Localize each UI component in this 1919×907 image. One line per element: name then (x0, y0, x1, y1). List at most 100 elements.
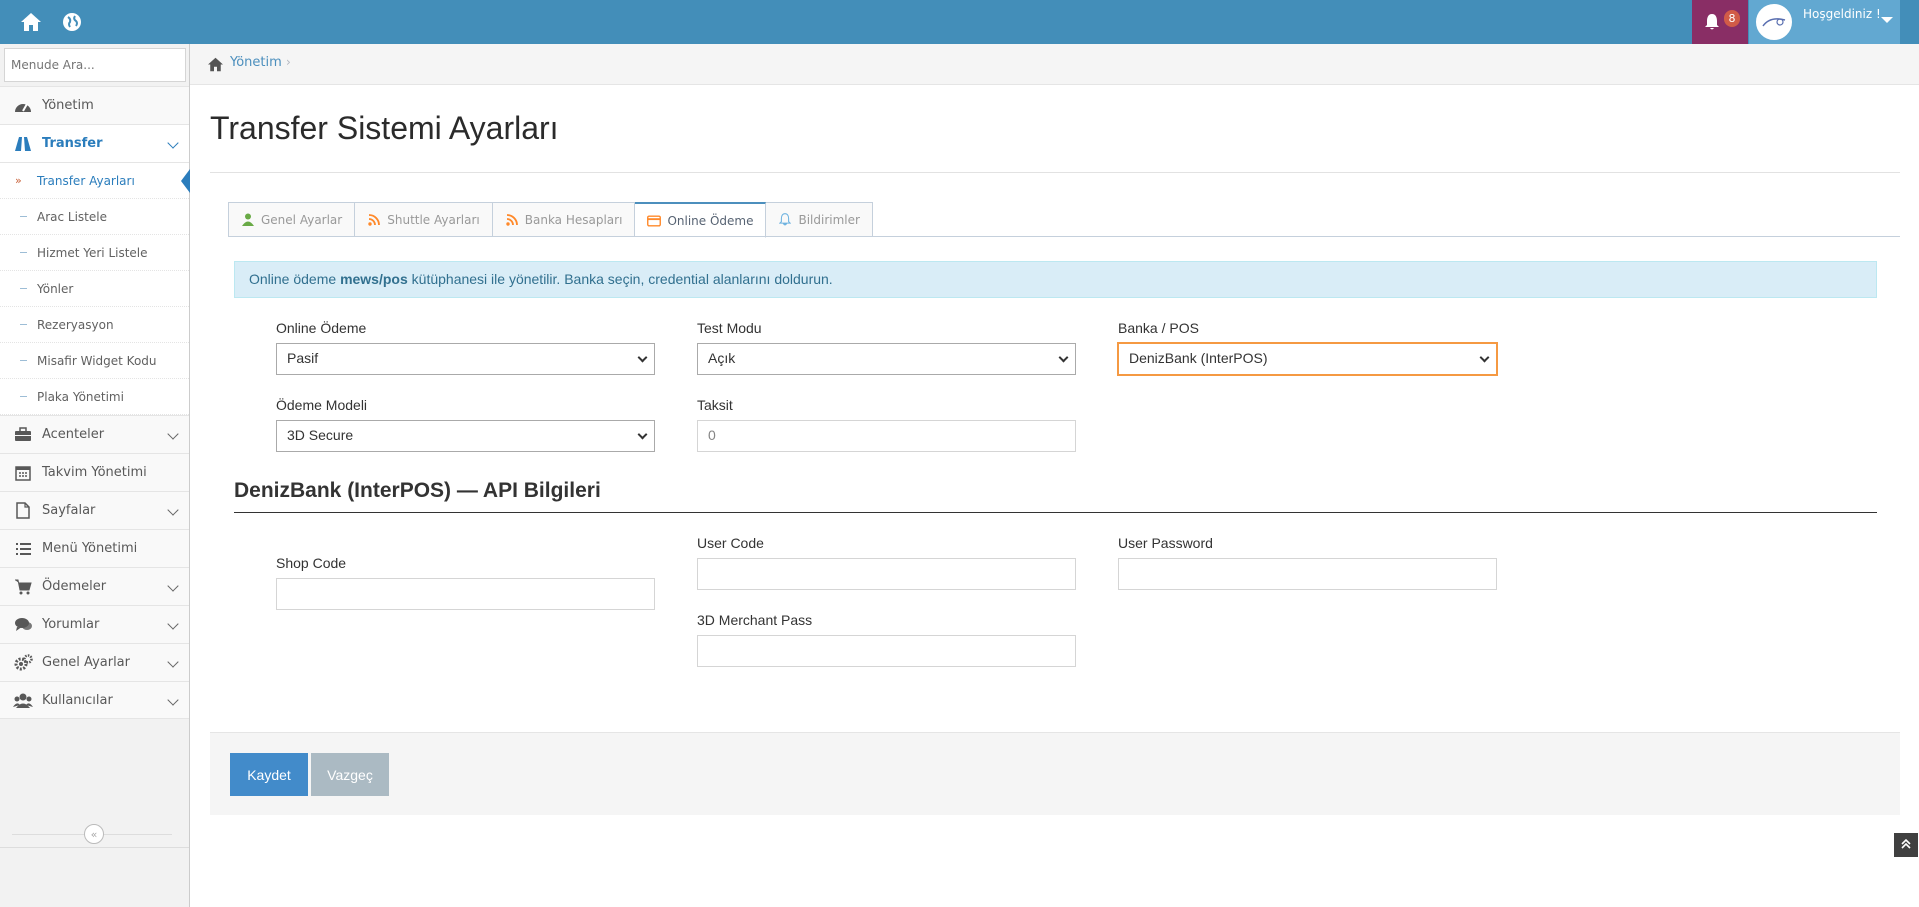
bell-icon (1702, 12, 1722, 32)
sidebar-item-kullanicilar[interactable]: Kullanıcılar (0, 681, 189, 719)
sidebar-item-label: Yönetim (42, 98, 94, 113)
test-mode-select[interactable]: Açık (697, 343, 1076, 375)
submenu-item-hizmet-yeri-listele[interactable]: Hizmet Yeri Listele (0, 235, 189, 271)
briefcase-icon (12, 426, 34, 444)
sidebar-item-label: Ödemeler (42, 579, 107, 594)
select-value: Açık (708, 350, 736, 366)
payment-model-label: Ödeme Modeli (276, 397, 368, 413)
double-angle-up-icon (1901, 838, 1911, 852)
submenu-item-label: Arac Listele (37, 209, 107, 224)
menu-search-input[interactable] (4, 48, 186, 82)
tree-line (20, 216, 27, 217)
tab-label: Online Ödeme (667, 213, 754, 228)
user-code-label: User Code (697, 535, 764, 551)
home-icon[interactable] (206, 55, 224, 73)
tabs-border (228, 236, 1900, 237)
alert-library-name: mews/pos (340, 271, 408, 287)
welcome-text: Hoşgeldiniz ! (1803, 7, 1881, 21)
submenu-item-label: Plaka Yönetimi (37, 389, 124, 404)
online-payment-select[interactable]: Pasif (276, 343, 655, 375)
cart-icon (12, 578, 34, 596)
avatar (1756, 4, 1792, 40)
tree-line (20, 252, 27, 253)
sidebar-item-label: Takvim Yönetimi (42, 465, 147, 480)
payment-model-select[interactable]: 3D Secure (276, 420, 655, 452)
breadcrumb-separator: › (286, 55, 291, 69)
installment-input[interactable]: 0 (697, 420, 1076, 452)
divider (0, 847, 189, 848)
sidebar-item-sayfalar[interactable]: Sayfalar (0, 491, 189, 529)
tree-line (20, 324, 27, 325)
tree-line (20, 288, 27, 289)
tab-genel-ayarlar[interactable]: Genel Ayarlar (228, 202, 356, 237)
cogs-icon (12, 654, 34, 672)
shop-code-input[interactable] (276, 578, 655, 610)
merchant-pass-input[interactable] (697, 635, 1076, 667)
scroll-to-top-button[interactable] (1894, 833, 1918, 857)
tab-label: Shuttle Ayarları (387, 212, 480, 227)
sidebar-menu: Yönetim Transfer » Transfer Ayarları Ara… (0, 86, 190, 719)
sidebar-item-odemeler[interactable]: Ödemeler (0, 567, 189, 605)
chevron-down-icon (167, 580, 179, 592)
tab-bildirimler[interactable]: Bildirimler (766, 202, 873, 237)
sidebar-item-yonetim[interactable]: Yönetim (0, 86, 189, 124)
submenu-item-arac-listele[interactable]: Arac Listele (0, 199, 189, 235)
collapse-sidebar-icon[interactable]: « (84, 824, 104, 844)
sidebar-item-genel-ayarlar[interactable]: Genel Ayarlar (0, 643, 189, 681)
merchant-pass-label: 3D Merchant Pass (697, 612, 813, 628)
chevron-down-icon (1479, 352, 1490, 363)
chevron-down-icon (167, 137, 179, 149)
user-code-input[interactable] (697, 558, 1076, 590)
cancel-button[interactable]: Vazgeç (311, 753, 389, 796)
calendar-icon (12, 464, 34, 482)
alert-text-prefix: Online ödeme (249, 271, 341, 287)
notifications-button[interactable]: 8 (1692, 0, 1748, 44)
sidebar-item-yorumlar[interactable]: Yorumlar (0, 605, 189, 643)
rss-icon (367, 213, 381, 227)
chevron-down-icon (167, 618, 179, 630)
bell-icon (778, 213, 792, 227)
submenu-item-yonler[interactable]: Yönler (0, 271, 189, 307)
sidebar-item-label: Menü Yönetimi (42, 541, 138, 556)
submenu-item-plaka-yonetimi[interactable]: Plaka Yönetimi (0, 379, 189, 415)
user-password-input[interactable] (1118, 558, 1497, 590)
dashboard-icon (12, 97, 34, 115)
submenu-item-rezeryasyon[interactable]: Rezeryasyon (0, 307, 189, 343)
sidebar: Yönetim Transfer » Transfer Ayarları Ara… (0, 44, 190, 907)
top-navbar: 8 Hoşgeldiniz ! (0, 0, 1919, 44)
sidebar-item-takvim-yonetimi[interactable]: Takvim Yönetimi (0, 453, 189, 491)
list-icon (12, 540, 34, 558)
save-button[interactable]: Kaydet (230, 753, 308, 796)
tab-shuttle-ayarlari[interactable]: Shuttle Ayarları (355, 202, 493, 237)
tree-line (20, 396, 27, 397)
page-title: Transfer Sistemi Ayarları (210, 110, 559, 146)
road-icon (12, 135, 34, 153)
sidebar-item-label: Sayfalar (42, 503, 96, 518)
sidebar-item-transfer[interactable]: Transfer (0, 124, 189, 162)
online-payment-label: Online Ödeme (276, 320, 367, 336)
submenu-item-misafir-widget-kodu[interactable]: Misafir Widget Kodu (0, 343, 189, 379)
divider (234, 512, 1877, 513)
chevron-down-icon (637, 352, 648, 363)
sidebar-item-acenteler[interactable]: Acenteler (0, 415, 189, 453)
users-icon (12, 691, 34, 709)
home-icon[interactable] (20, 11, 42, 33)
select-value: 3D Secure (287, 427, 354, 443)
globe-icon[interactable] (61, 11, 83, 33)
shop-code-label: Shop Code (276, 555, 347, 571)
sidebar-item-label: Transfer (42, 136, 103, 151)
info-alert: Online ödeme mews/pos kütüphanesi ile yö… (234, 261, 1877, 298)
tab-online-odeme[interactable]: Online Ödeme (635, 202, 767, 238)
sidebar-collapse: « (0, 824, 189, 844)
select-value: Pasif (287, 350, 319, 366)
bank-pos-select[interactable]: DenizBank (InterPOS) (1118, 343, 1497, 375)
double-angle-right-icon: » (15, 174, 22, 187)
user-menu[interactable]: Hoşgeldiniz ! (1749, 0, 1900, 44)
breadcrumb-link-yonetim[interactable]: Yönetim (230, 55, 282, 70)
submenu-item-label: Yönler (37, 281, 74, 296)
sidebar-item-menu-yonetimi[interactable]: Menü Yönetimi (0, 529, 189, 567)
chevron-down-icon (167, 504, 179, 516)
tab-banka-hesaplari[interactable]: Banka Hesapları (492, 202, 636, 237)
submenu-item-label: Hizmet Yeri Listele (37, 245, 148, 260)
submenu-item-transfer-ayarlari[interactable]: » Transfer Ayarları (0, 163, 190, 199)
